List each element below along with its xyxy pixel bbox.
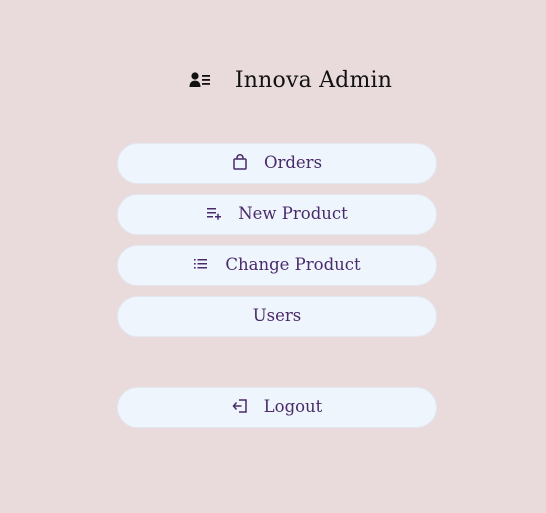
new-product-label: New Product: [238, 204, 348, 224]
header-title-group: Innova Admin: [189, 68, 392, 93]
main-menu: Orders New Product Change Product Users: [117, 143, 437, 347]
header: Innova Admin: [0, 62, 546, 98]
user-list-icon: [189, 71, 211, 89]
list-icon: [193, 256, 209, 272]
orders-label: Orders: [263, 153, 323, 173]
orders-button[interactable]: Orders: [117, 143, 437, 184]
shopping-bag-icon: [232, 153, 248, 170]
change-product-label: Change Product: [225, 255, 361, 275]
users-button[interactable]: Users: [117, 296, 437, 337]
change-product-button[interactable]: Change Product: [117, 245, 437, 286]
admin-page: Innova Admin Orders New Product Change P…: [0, 0, 546, 513]
new-product-button[interactable]: New Product: [117, 194, 437, 235]
logout-button[interactable]: Logout: [117, 387, 437, 428]
playlist-add-icon: [206, 205, 222, 221]
logout-label: Logout: [263, 397, 323, 417]
users-label: Users: [252, 306, 302, 326]
page-title: Innova Admin: [234, 67, 393, 93]
logout-menu: Logout: [117, 387, 437, 438]
logout-icon: [232, 398, 248, 414]
